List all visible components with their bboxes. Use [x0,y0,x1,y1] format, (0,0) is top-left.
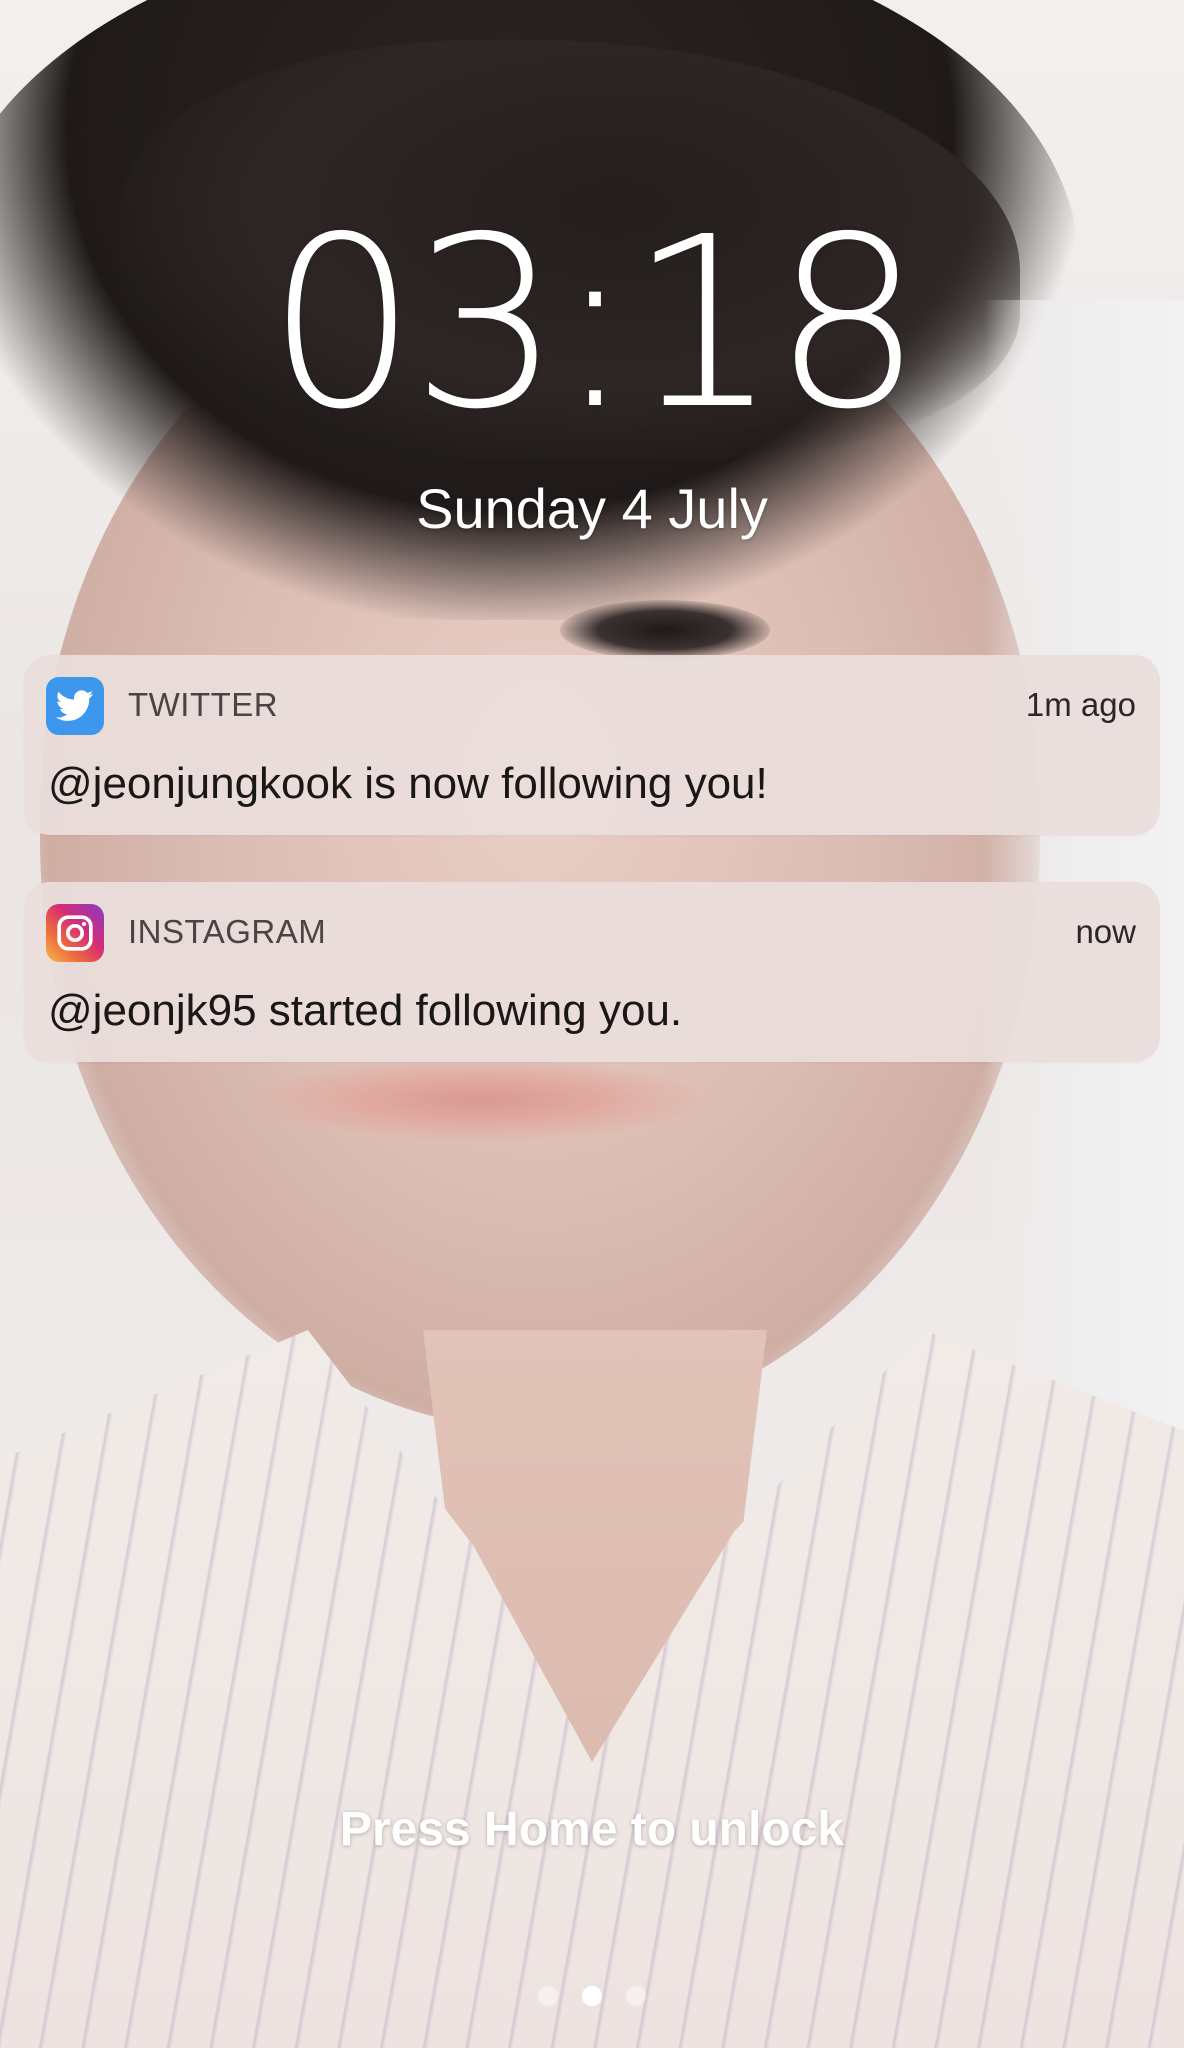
notification-twitter[interactable]: TWITTER 1m ago @jeonjungkook is now foll… [24,655,1160,835]
lockscreen-clock: 03:18 [266,186,923,461]
wallpaper-eye [560,600,770,660]
lockscreen-date: Sunday 4 July [416,477,768,540]
page-dot[interactable] [626,1986,646,2006]
page-indicator[interactable] [0,1986,1184,2006]
wallpaper-lips [260,1060,700,1140]
notification-time: now [1075,913,1136,950]
notification-message: @jeonjk95 started following you. [48,986,683,1035]
notification-app-name: TWITTER [128,686,279,723]
page-dot[interactable] [538,1986,558,2006]
unlock-hint: Press Home to unlock [339,1803,845,1856]
instagram-camera-icon [46,904,104,962]
twitter-bird-icon [46,677,104,735]
notification-instagram[interactable]: INSTAGRAM now @jeonjk95 started followin… [24,882,1160,1062]
notification-time: 1m ago [1025,686,1136,723]
notification-app-name: INSTAGRAM [128,913,327,950]
notification-message: @jeonjungkook is now following you! [48,759,768,808]
page-dot-active[interactable] [582,1986,602,2006]
